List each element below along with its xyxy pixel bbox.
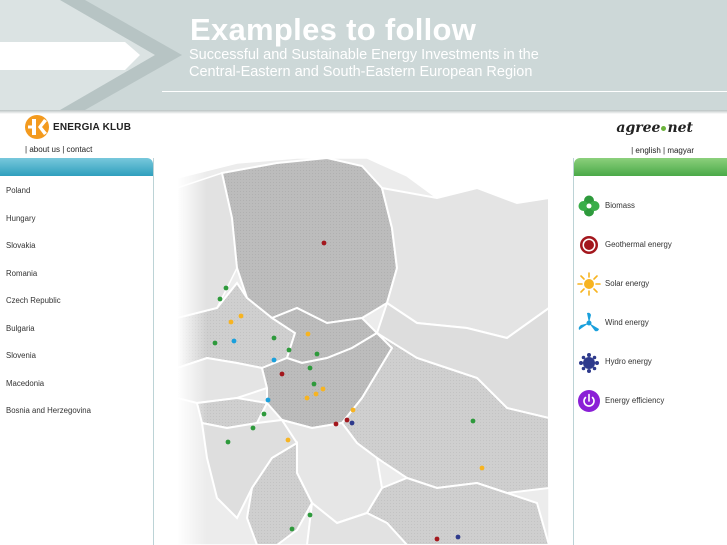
project-marker[interactable]: [304, 395, 310, 401]
project-marker[interactable]: [225, 439, 231, 445]
project-marker[interactable]: [307, 512, 313, 518]
project-marker[interactable]: [286, 347, 292, 353]
project-marker[interactable]: [228, 319, 234, 325]
energy-item-label: Geothermal energy: [605, 240, 672, 249]
english-link[interactable]: english: [635, 146, 660, 155]
wind-icon: [578, 312, 599, 331]
project-marker[interactable]: [320, 386, 326, 392]
header-rule: [162, 91, 727, 92]
project-marker[interactable]: [265, 397, 271, 403]
header-banner: Examples to follow Successful and Sustai…: [0, 0, 727, 110]
energy-type-list: Biomass Geothermal energy Solar energy W…: [574, 176, 727, 420]
energy-item-label: Solar energy: [605, 279, 650, 288]
project-marker[interactable]: [289, 526, 295, 532]
project-marker[interactable]: [305, 331, 311, 337]
project-marker[interactable]: [279, 371, 285, 377]
hydro-icon: [579, 352, 599, 373]
energy-panel-header: [574, 158, 727, 176]
project-marker[interactable]: [271, 335, 277, 341]
project-marker[interactable]: [350, 407, 356, 413]
energy-item-label: Hydro energy: [605, 357, 652, 366]
project-marker[interactable]: [285, 437, 291, 443]
country-panel-header: [0, 158, 153, 176]
contact-link[interactable]: contact: [67, 145, 93, 154]
project-marker[interactable]: [313, 391, 319, 397]
project-marker[interactable]: [321, 240, 327, 246]
project-marker[interactable]: [311, 381, 317, 387]
project-marker[interactable]: [333, 421, 339, 427]
project-marker[interactable]: [349, 420, 355, 426]
energy-item-biomass[interactable]: Biomass: [574, 186, 727, 225]
project-marker[interactable]: [250, 425, 256, 431]
solar-icon: [577, 271, 601, 296]
agree-net-logo-part2: net: [667, 120, 693, 136]
project-marker[interactable]: [271, 357, 277, 363]
energy-type-panel: Biomass Geothermal energy Solar energy W…: [573, 158, 727, 545]
energy-item-label: Biomass: [605, 201, 635, 210]
energy-item-label: Wind energy: [605, 318, 649, 327]
agree-net-logo[interactable]: agree net: [616, 120, 693, 136]
energy-item-hydro[interactable]: Hydro energy: [574, 342, 727, 381]
page-title: Examples to follow: [190, 12, 477, 47]
geothermal-icon: [580, 235, 598, 254]
project-marker[interactable]: [314, 351, 320, 357]
energia-klub-logo-text: ENERGIA KLUB: [53, 121, 132, 133]
country-item[interactable]: Bulgaria: [0, 324, 153, 352]
project-marker[interactable]: [223, 285, 229, 291]
energy-item-label: Energy efficiency: [605, 396, 665, 405]
country-item[interactable]: Romania: [0, 269, 153, 297]
country-list: Poland Hungary Slovakia Romania Czech Re…: [0, 176, 153, 434]
project-marker[interactable]: [344, 417, 350, 423]
project-marker[interactable]: [307, 365, 313, 371]
top-links-left: | about us | contact: [25, 145, 92, 154]
project-marker[interactable]: [212, 340, 218, 346]
country-item[interactable]: Slovakia: [0, 241, 153, 269]
energy-item-geothermal[interactable]: Geothermal energy: [574, 225, 727, 264]
project-marker[interactable]: [238, 313, 244, 319]
energia-klub-logo-icon: [25, 115, 49, 139]
country-item[interactable]: Macedonia: [0, 379, 153, 407]
page-subtitle: Successful and Sustainable Energy Invest…: [189, 47, 539, 80]
energy-item-efficiency[interactable]: Energy efficiency: [574, 381, 727, 420]
energy-item-wind[interactable]: Wind energy: [574, 303, 727, 342]
project-marker[interactable]: [479, 465, 485, 471]
power-icon: [578, 389, 600, 412]
energia-klub-logo[interactable]: ENERGIA KLUB: [24, 114, 131, 140]
country-item[interactable]: Czech Republic: [0, 296, 153, 324]
banner-arrow-graphic: [0, 0, 182, 110]
project-marker[interactable]: [470, 418, 476, 424]
country-item[interactable]: Poland: [0, 186, 153, 214]
project-marker[interactable]: [217, 296, 223, 302]
region-map[interactable]: [177, 158, 549, 545]
country-item[interactable]: Hungary: [0, 214, 153, 242]
project-marker[interactable]: [434, 536, 440, 542]
project-marker[interactable]: [261, 411, 267, 417]
region-map-graphic: [177, 158, 549, 545]
project-marker[interactable]: [231, 338, 237, 344]
biomass-icon: [578, 195, 600, 216]
magyar-link[interactable]: magyar: [667, 146, 694, 155]
country-item[interactable]: Bosnia and Herzegovina: [0, 406, 153, 434]
language-links: | english | magyar: [631, 146, 694, 155]
project-marker[interactable]: [455, 534, 461, 540]
energy-item-solar[interactable]: Solar energy: [574, 264, 727, 303]
agree-net-dot-icon: [661, 125, 667, 131]
country-item[interactable]: Slovenia: [0, 351, 153, 379]
about-us-link[interactable]: about us: [29, 145, 60, 154]
country-panel: Poland Hungary Slovakia Romania Czech Re…: [0, 158, 154, 545]
agree-net-logo-part1: agree: [616, 120, 661, 136]
